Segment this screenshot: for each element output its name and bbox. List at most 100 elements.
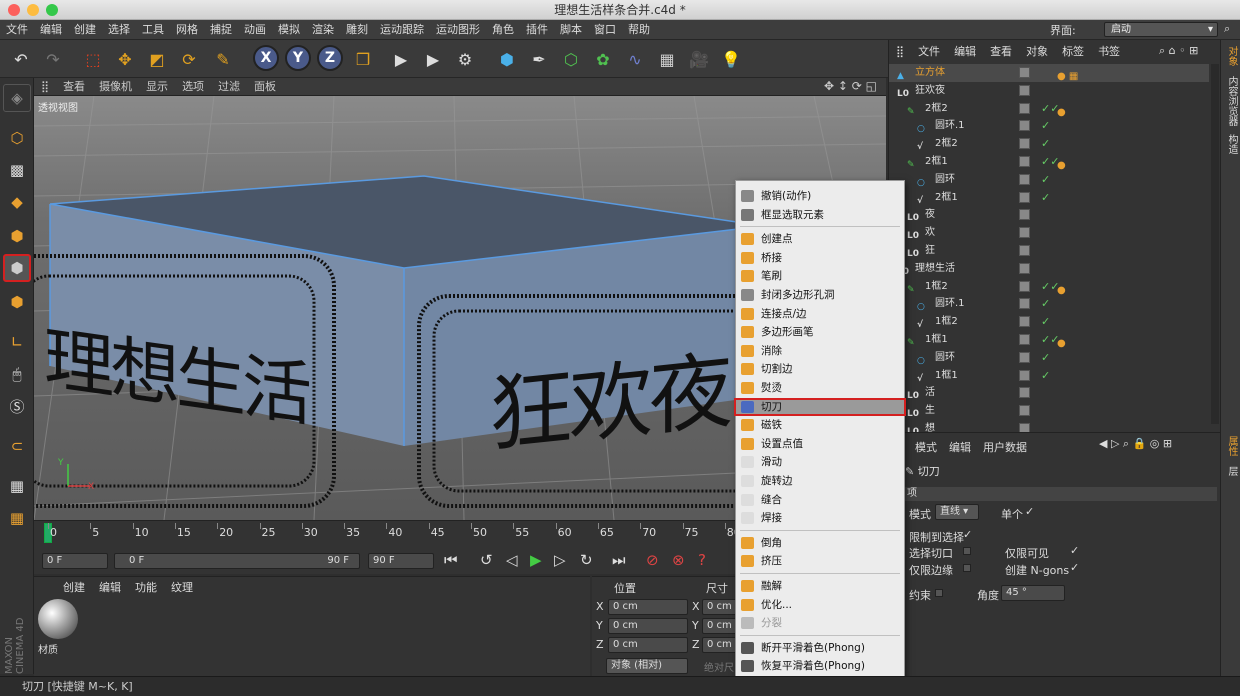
object-row[interactable]: L0 狂欢夜 <box>889 82 1209 100</box>
object-menu-0[interactable]: 文件 <box>911 42 947 62</box>
undo-icon[interactable]: ↶ <box>6 44 36 74</box>
object-scrollbar[interactable] <box>1211 64 1219 424</box>
context-item[interactable]: 桥接 <box>736 249 904 267</box>
goto-start-icon[interactable]: ⏮ <box>444 551 458 569</box>
edges-mode-icon[interactable]: ⬢ <box>3 254 31 282</box>
position-field[interactable]: 0 cm <box>608 637 688 653</box>
search-icon[interactable]: ⌕ <box>1224 22 1230 36</box>
context-item[interactable]: 焊接 <box>736 509 904 527</box>
object-menu-3[interactable]: 对象 <box>1019 42 1055 62</box>
deformer-icon[interactable]: ∿ <box>620 44 650 74</box>
menu-4[interactable]: 工具 <box>136 20 170 40</box>
context-item[interactable]: 融解 <box>736 577 904 595</box>
rotate-tool-icon[interactable]: ⟳ <box>174 44 204 74</box>
context-item[interactable]: 断开平滑着色(Phong) <box>736 639 904 657</box>
object-row[interactable]: L0 活 <box>889 384 1209 402</box>
cloner-icon[interactable]: ✿ <box>588 44 618 74</box>
context-item[interactable]: 熨烫 <box>736 379 904 397</box>
redo-icon[interactable]: ↷ <box>38 44 68 74</box>
z-axis-lock-button[interactable]: Z <box>317 45 343 71</box>
enable-checkmark[interactable]: ✓ <box>1041 349 1050 367</box>
menu-6[interactable]: 捕捉 <box>204 20 238 40</box>
object-row[interactable]: √ 1框1 ✓ <box>889 367 1209 385</box>
object-row[interactable]: L0 生 <box>889 402 1209 420</box>
layer-swatch[interactable] <box>1019 298 1030 310</box>
layer-swatch[interactable] <box>1019 209 1030 221</box>
enable-checkmark[interactable]: ✓ <box>1041 117 1050 135</box>
context-item[interactable]: 消除 <box>736 342 904 360</box>
close-window-button[interactable] <box>8 4 20 16</box>
context-item[interactable]: 优化... <box>736 596 904 614</box>
subdivision-icon[interactable]: ⬡ <box>556 44 586 74</box>
play-icon[interactable]: ▶ <box>530 551 542 569</box>
next-key-icon[interactable]: ↻ <box>580 551 593 569</box>
layer-swatch[interactable] <box>1019 423 1030 432</box>
viewport-menu-5[interactable]: 面板 <box>247 78 283 96</box>
object-row[interactable]: ○ 圆环 ✓ <box>889 171 1209 189</box>
layer-swatch[interactable] <box>1019 173 1030 185</box>
restrict-checkbox[interactable]: ✓ <box>963 528 972 541</box>
layer-swatch[interactable] <box>1019 138 1030 150</box>
select-tool-icon[interactable]: ⬚ <box>78 44 108 74</box>
menu-12[interactable]: 运动图形 <box>430 20 486 40</box>
object-row[interactable]: ✎ 1框2 ✓✓ ● <box>889 278 1209 296</box>
move-tool-icon[interactable]: ✥ <box>110 44 140 74</box>
keyframe-selection-icon[interactable]: ? <box>698 551 706 569</box>
object-row[interactable]: √ 2框1 ✓ <box>889 189 1209 207</box>
floor-icon[interactable]: ▦ <box>652 44 682 74</box>
create-ngons-checkbox[interactable]: ✓ <box>1070 561 1079 574</box>
material-menu-2[interactable]: 功能 <box>128 579 164 597</box>
workplane-icon[interactable]: ◆ <box>3 188 31 216</box>
context-item[interactable]: 笔刷 <box>736 267 904 285</box>
layer-swatch[interactable] <box>1019 84 1030 96</box>
texture-mode-icon[interactable]: ▩ <box>3 156 31 184</box>
material-menu-0[interactable]: 创建 <box>56 579 92 597</box>
menu-10[interactable]: 雕刻 <box>340 20 374 40</box>
points-mode-icon[interactable]: ⬢ <box>3 222 31 250</box>
menu-13[interactable]: 角色 <box>486 20 520 40</box>
context-item[interactable]: 倒角 <box>736 534 904 552</box>
context-item[interactable]: 切割边 <box>736 360 904 378</box>
polygons-mode-icon[interactable]: ⬢ <box>3 288 31 316</box>
object-menu-1[interactable]: 编辑 <box>947 42 983 62</box>
menu-15[interactable]: 脚本 <box>554 20 588 40</box>
layer-swatch[interactable] <box>1019 387 1030 399</box>
model-mode-icon[interactable]: ⬡ <box>3 124 31 152</box>
coordinate-system-icon[interactable]: ❒ <box>348 44 378 74</box>
zoom-window-button[interactable] <box>46 4 58 16</box>
snap-icon[interactable]: ⊂ <box>3 432 31 460</box>
record-keys-icon[interactable]: ⊘ <box>646 551 659 569</box>
planar-workplane-icon[interactable]: ▦ <box>3 504 31 532</box>
object-row[interactable]: ✎ 2框1 ✓✓ ● <box>889 153 1209 171</box>
minimize-window-button[interactable] <box>27 4 39 16</box>
soft-selection-icon[interactable]: Ⓢ <box>3 392 31 420</box>
context-item[interactable]: 切刀 <box>734 397 906 416</box>
layer-swatch[interactable] <box>1019 102 1030 114</box>
context-item[interactable]: 旋转边 <box>736 472 904 490</box>
context-item[interactable]: 磁铁 <box>736 416 904 434</box>
position-field[interactable]: 0 cm <box>608 618 688 634</box>
object-menu-2[interactable]: 查看 <box>983 42 1019 62</box>
scale-tool-icon[interactable]: ◩ <box>142 44 172 74</box>
layer-swatch[interactable] <box>1019 334 1030 345</box>
enable-checkmark[interactable]: ✓ <box>1041 295 1050 313</box>
layer-swatch[interactable] <box>1019 191 1030 203</box>
layout-select[interactable]: 启动 ▾ <box>1104 22 1218 37</box>
object-menu-5[interactable]: 书签 <box>1091 42 1127 62</box>
render-view-icon[interactable]: ▶ <box>386 44 416 74</box>
object-row[interactable]: ○ 圆环 ✓ <box>889 349 1209 367</box>
viewport-menu-2[interactable]: 显示 <box>139 78 175 96</box>
layer-swatch[interactable] <box>1019 227 1030 239</box>
next-frame-icon[interactable]: ▷ <box>554 551 566 569</box>
menu-11[interactable]: 运动跟踪 <box>374 20 430 40</box>
attribute-menu-1[interactable]: 编辑 <box>943 439 977 455</box>
layer-swatch[interactable] <box>1019 262 1030 274</box>
right-tab-2[interactable]: 构造 <box>1223 134 1239 154</box>
cube-primitive-icon[interactable]: ⬢ <box>492 44 522 74</box>
attribute-menu-2[interactable]: 用户数据 <box>977 439 1033 455</box>
material-preview[interactable] <box>38 599 78 639</box>
spline-pen-icon[interactable]: ✒ <box>524 44 554 74</box>
menu-1[interactable]: 编辑 <box>34 20 68 40</box>
context-item[interactable]: 滑动 <box>736 453 904 471</box>
single-checkbox[interactable]: ✓ <box>1025 505 1034 518</box>
